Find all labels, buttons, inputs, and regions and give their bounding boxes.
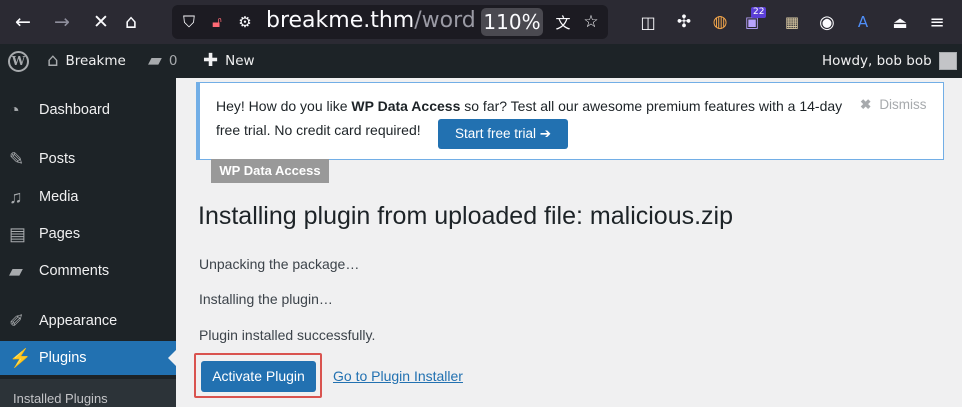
sidebar-item-dashboard[interactable]: ◔ Dashboard — [0, 93, 176, 127]
wordpress-logo-icon[interactable]: W — [8, 44, 29, 78]
extensions-icon[interactable]: ✣ — [671, 9, 697, 35]
sidebar-item-pages[interactable]: ▤ Pages — [0, 217, 176, 251]
new-content-link[interactable]: ✚ New — [203, 44, 255, 78]
sidebar-item-media[interactable]: ♫ Media — [0, 180, 176, 214]
hat-icon[interactable]: ⏏ — [887, 9, 913, 35]
permissions-icon[interactable]: ⚙ — [232, 9, 258, 35]
sidebar-item-label: Media — [39, 189, 79, 205]
new-label: New — [225, 53, 255, 69]
sidebar-item-posts[interactable]: ✎ Posts — [0, 142, 176, 176]
site-name-label: Breakme — [65, 53, 126, 69]
home-icon[interactable]: ⌂ — [118, 9, 144, 35]
sidebar-item-label: Pages — [39, 226, 81, 242]
plus-icon: ✚ — [203, 50, 219, 71]
activate-plugin-button[interactable]: Activate Plugin — [201, 361, 316, 392]
pin-icon: ✎ — [9, 148, 25, 169]
site-name-link[interactable]: ⌂ Breakme — [47, 44, 126, 78]
page-title: Installing plugin from uploaded file: ma… — [198, 202, 734, 230]
browser-toolbar: ← → ✕ ⌂ ⛉ 🔓︎ ⚙ breakme.thm/word 110% 文 ☆… — [0, 0, 962, 44]
sidebar-item-label: Plugins — [39, 350, 87, 366]
shield-icon[interactable]: ⛉ — [176, 9, 202, 35]
extension-count-badge: 22 — [751, 7, 767, 18]
dismiss-label: Dismiss — [879, 97, 927, 112]
avatar — [938, 52, 957, 70]
plugins-submenu: Installed Plugins — [0, 379, 176, 407]
my-account-link[interactable]: Howdy, bob bob — [822, 44, 957, 78]
pages-icon: ▤ — [9, 223, 27, 244]
translate-extension-icon[interactable]: A — [850, 9, 876, 35]
wp-admin-bar: W ⌂ Breakme ▰ 0 ✚ New Howdy, bob bob — [0, 44, 962, 78]
main-content: Hey! How do you like WP Data Access so f… — [176, 78, 962, 407]
sidebar-item-label: Appearance — [39, 313, 118, 329]
start-free-trial-button[interactable]: Start free trial ➔ — [438, 119, 568, 149]
media-icon: ♫ — [9, 186, 23, 207]
status-line: Plugin installed successfully. — [199, 327, 376, 343]
menu-icon[interactable]: ≡ — [924, 9, 950, 35]
sidebar-item-comments[interactable]: ▰ Comments — [0, 254, 176, 288]
howdy-label: Howdy, bob bob — [822, 53, 932, 69]
admin-sidebar: ◔ Dashboard ✎ Posts ♫ Media ▤ Pages ▰ Comment… — [0, 78, 176, 407]
pocket-icon[interactable]: ◫ — [635, 9, 661, 35]
brush-icon: ✐ — [9, 310, 25, 331]
comment-icon: ▰ — [148, 50, 162, 71]
back-icon[interactable]: ← — [10, 9, 36, 35]
cookie-icon[interactable]: ◉ — [814, 9, 840, 35]
close-icon: ✖ — [860, 97, 872, 112]
cookie-extension-icon[interactable]: ◍ — [707, 9, 733, 35]
status-line: Installing the plugin… — [199, 291, 333, 307]
stop-loading-icon[interactable]: ✕ — [88, 9, 114, 35]
sidebar-item-label: Posts — [39, 151, 76, 167]
translate-icon[interactable]: 文 — [550, 9, 576, 35]
sidebar-item-label: Dashboard — [39, 102, 110, 118]
dashboard-icon: ◔ — [9, 99, 20, 120]
insecure-lock-icon[interactable]: 🔓︎ — [204, 9, 230, 35]
plugin-tag: WP Data Access — [211, 159, 329, 183]
url-text[interactable]: breakme.thm/word — [266, 7, 476, 35]
promo-notice: Hey! How do you like WP Data Access so f… — [196, 82, 944, 160]
bookmark-star-icon[interactable]: ☆ — [578, 9, 604, 35]
comment-icon: ▰ — [9, 260, 23, 281]
comments-count: 0 — [168, 53, 178, 69]
sidebar-item-appearance[interactable]: ✐ Appearance — [0, 304, 176, 338]
home-icon: ⌂ — [47, 50, 59, 71]
status-line: Unpacking the package… — [199, 256, 360, 272]
url-bar[interactable]: ⛉ 🔓︎ ⚙ breakme.thm/word 110% 文 ☆ — [172, 5, 608, 39]
sidebar-item-plugins[interactable]: ⚡ Plugins — [0, 341, 176, 375]
wappalyzer-icon[interactable]: ▦ — [779, 9, 805, 35]
submenu-item-installed-plugins[interactable]: Installed Plugins — [13, 391, 108, 406]
zoom-indicator[interactable]: 110% — [481, 8, 543, 36]
comments-link[interactable]: ▰ 0 — [148, 44, 177, 78]
forward-icon[interactable]: → — [49, 9, 75, 35]
highlight-box: Activate Plugin — [194, 353, 322, 398]
dismiss-button[interactable]: ✖ Dismiss — [860, 97, 927, 113]
sidebar-item-label: Comments — [39, 263, 110, 279]
plugin-icon: ⚡ — [9, 347, 32, 368]
plugin-installer-link[interactable]: Go to Plugin Installer — [333, 368, 463, 384]
